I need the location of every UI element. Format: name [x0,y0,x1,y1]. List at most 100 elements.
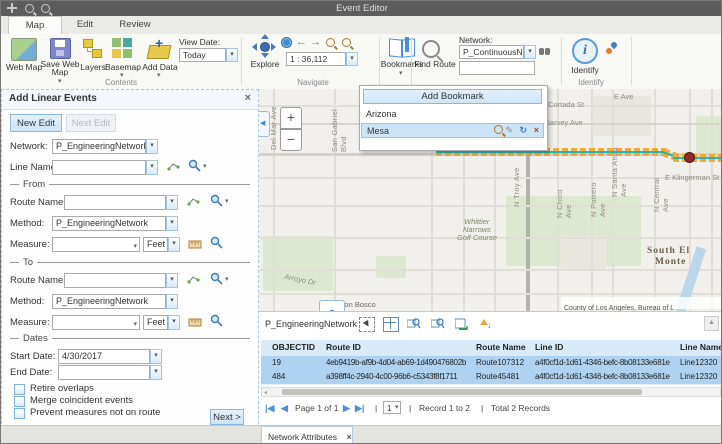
tab-edit[interactable]: Edit [63,16,107,33]
view-date-dropdown-arrow[interactable] [226,48,238,62]
first-page-icon[interactable]: |◀ [265,403,274,414]
network-field-arrow[interactable] [146,139,158,154]
bookmarks-caret-icon[interactable]: ▾ [399,69,403,77]
identify-icon[interactable]: i [572,38,598,64]
zoom-out-tool-icon[interactable] [342,38,351,47]
from-select-route-icon[interactable] [187,194,200,212]
from-measure-zoom-icon[interactable] [210,236,223,254]
sort-icon[interactable]: ↓ [479,317,493,330]
to-method-field[interactable]: P_EngineeringNetwork [52,294,166,309]
tab-map[interactable]: Map [8,16,62,35]
to-route-zoom-icon[interactable] [210,272,223,290]
hem-point-icon[interactable] [606,42,618,54]
close-icon[interactable]: × [245,92,251,104]
tab-review[interactable]: Review [107,16,163,33]
network-dropdown-arrow[interactable] [524,45,536,59]
to-measure-field[interactable]: ▾ [52,315,140,330]
find-route-icon[interactable] [422,40,440,58]
scroll-left-icon[interactable]: ◂ [264,389,267,396]
to-route-zoom-caret-icon[interactable]: ▾ [225,275,229,283]
line-zoom-caret-icon[interactable]: ▾ [203,162,207,170]
column-header[interactable]: Line ID [535,340,677,355]
web-map-icon[interactable] [11,38,37,61]
end-date-field[interactable] [58,365,150,380]
to-unit-field[interactable]: Feet [143,315,168,330]
select-line-on-map-icon[interactable] [167,159,180,177]
table-row[interactable]: 19 4eb9419b-af9b-4d04-ab69-1d490476802b … [261,356,721,371]
start-date-arrow[interactable] [150,349,162,364]
binoculars-icon[interactable] [539,48,551,56]
add-data-icon[interactable]: + [147,38,171,59]
from-route-zoom-icon[interactable] [210,194,223,212]
start-date-field[interactable]: 4/30/2017 [58,349,150,364]
from-unit-arrow[interactable] [168,237,180,252]
to-unit-arrow[interactable] [168,315,180,330]
merge-coincident-checkbox[interactable] [14,396,25,407]
next-extent-icon[interactable]: → [310,37,321,47]
add-bookmark-button[interactable]: Add Bookmark [363,89,542,104]
previous-extent-icon[interactable]: ← [296,37,307,47]
column-header[interactable]: OBJECTID [272,340,322,355]
save-web-map-caret-icon[interactable]: ▾ [58,77,62,85]
to-method-arrow[interactable] [166,294,178,309]
switch-selection-icon[interactable] [455,317,469,330]
to-measure-zoom-icon[interactable] [210,314,223,332]
explore-button[interactable]: Explore [247,59,283,69]
pan-icon[interactable] [6,2,18,14]
line-name-field[interactable] [52,160,146,175]
to-route-name-arrow[interactable] [166,273,178,288]
column-header[interactable]: Route ID [326,340,471,355]
map-zoom-out-button[interactable]: − [280,129,302,151]
next-page-icon[interactable]: ▶ [343,403,350,414]
edit-bookmark-icon[interactable]: ✎ [505,124,513,137]
map-scale-dropdown-arrow[interactable] [346,52,358,66]
table-row[interactable]: 484 a398ff4c-2940-4c00-96b6-c5343f8f1711… [261,370,721,385]
from-route-name-arrow[interactable] [166,195,178,210]
retire-overlaps-checkbox[interactable] [14,384,25,395]
explore-icon[interactable] [254,36,274,56]
zoom-out-icon[interactable] [41,4,50,13]
globe-icon[interactable] [281,37,292,48]
from-method-field[interactable]: P_EngineeringNetwork [52,216,166,231]
column-header[interactable]: Line Name [680,340,722,355]
from-unit-field[interactable]: Feet [143,237,168,252]
zoom-to-selected-icon[interactable] [407,317,421,330]
attribute-table-icon[interactable] [383,317,399,332]
from-route-name-field[interactable] [64,195,166,210]
from-measure-field[interactable]: ▾ [52,237,140,252]
route-input[interactable] [459,61,535,75]
measure-caret-icon[interactable]: ▾ [133,240,137,252]
map-zoom-in-button[interactable]: + [280,107,302,129]
end-date-arrow[interactable] [150,365,162,380]
to-select-route-icon[interactable] [187,272,200,290]
add-data-caret-icon[interactable]: ▾ [157,71,161,79]
refresh-bookmark-icon[interactable]: ↻ [519,124,527,137]
bookmark-item-arizona[interactable]: Arizona [361,107,554,121]
map-scale-select[interactable]: 1 : 36,112 [286,52,346,66]
zoom-in-tool-icon[interactable] [326,38,335,47]
table-scrollbar[interactable]: ◂ [261,387,721,397]
close-icon[interactable]: × [341,432,351,442]
scrollbar-thumb[interactable] [282,389,642,395]
next-edit-button[interactable]: Next Edit [66,114,116,132]
network-select[interactable]: P_ContinuousNetwork [459,45,524,59]
bookmark-item-mesa[interactable]: Mesa ✎ ↻ × [361,123,544,138]
table-scroll-up-icon[interactable]: ▲ [704,316,719,331]
from-ruler-icon[interactable] [188,237,202,255]
page-select-caret-icon[interactable]: ▾ [395,403,399,411]
network-field[interactable]: P_EngineeringNetwork [52,139,146,154]
panel-collapse-tab[interactable]: ◀ [259,111,270,137]
basemap-icon[interactable] [112,38,133,59]
tab-network-attributes[interactable]: Network Attributes × [261,426,353,444]
last-page-icon[interactable]: ▶| [355,403,364,414]
delete-bookmark-icon[interactable]: × [534,124,539,137]
next-button[interactable]: Next > [210,409,244,425]
layers-icon[interactable] [83,39,101,57]
to-route-name-field[interactable] [64,273,166,288]
to-ruler-icon[interactable] [188,315,202,333]
table-collapse-tab[interactable]: ▼ [319,300,345,311]
view-date-select[interactable]: Today [179,48,226,62]
column-header[interactable]: Route Name [476,340,532,355]
zoom-in-icon[interactable] [25,4,34,13]
pan-to-selected-icon[interactable] [431,317,445,330]
